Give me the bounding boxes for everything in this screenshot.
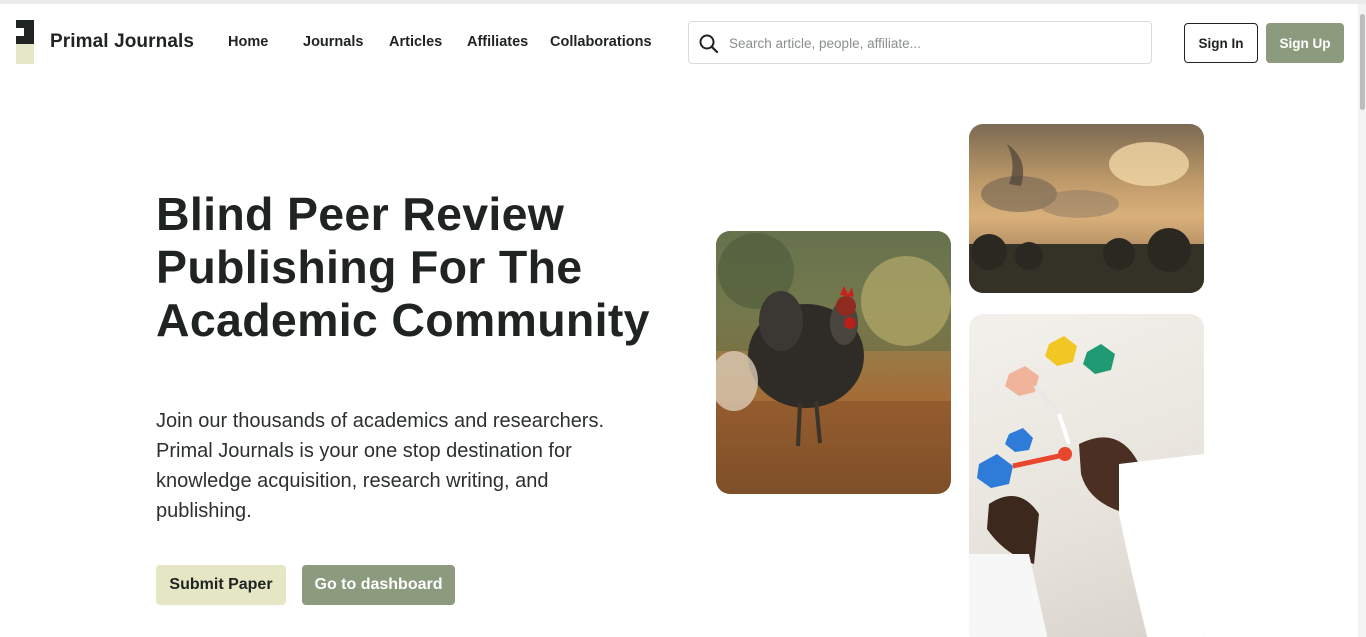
search-icon — [699, 34, 719, 54]
sign-in-button[interactable]: Sign In — [1184, 23, 1258, 63]
rooster-image — [716, 231, 951, 494]
nav-journals[interactable]: Journals — [303, 34, 363, 50]
logo-icon[interactable] — [16, 20, 34, 64]
hero-description: Join our thousands of academics and rese… — [156, 410, 605, 522]
factory-smoke-image — [969, 124, 1204, 293]
submit-paper-button[interactable]: Submit Paper — [156, 565, 286, 605]
search-input[interactable] — [729, 32, 1129, 54]
page-scrollbar[interactable] — [1358, 4, 1366, 637]
search-bar[interactable] — [688, 21, 1152, 64]
sign-up-button[interactable]: Sign Up — [1266, 23, 1344, 63]
nav-affiliates[interactable]: Affiliates — [467, 34, 528, 50]
brand-name[interactable]: Primal Journals — [50, 31, 194, 53]
hero-title: Blind Peer Review Publishing For The Aca… — [156, 188, 650, 346]
top-border — [0, 0, 1366, 4]
nav-collaborations[interactable]: Collaborations — [550, 34, 652, 50]
go-to-dashboard-button[interactable]: Go to dashboard — [302, 565, 455, 605]
nav-articles[interactable]: Articles — [389, 34, 442, 50]
scrollbar-thumb[interactable] — [1360, 14, 1365, 110]
molecule-model-image — [969, 314, 1204, 637]
nav-home[interactable]: Home — [228, 34, 268, 50]
